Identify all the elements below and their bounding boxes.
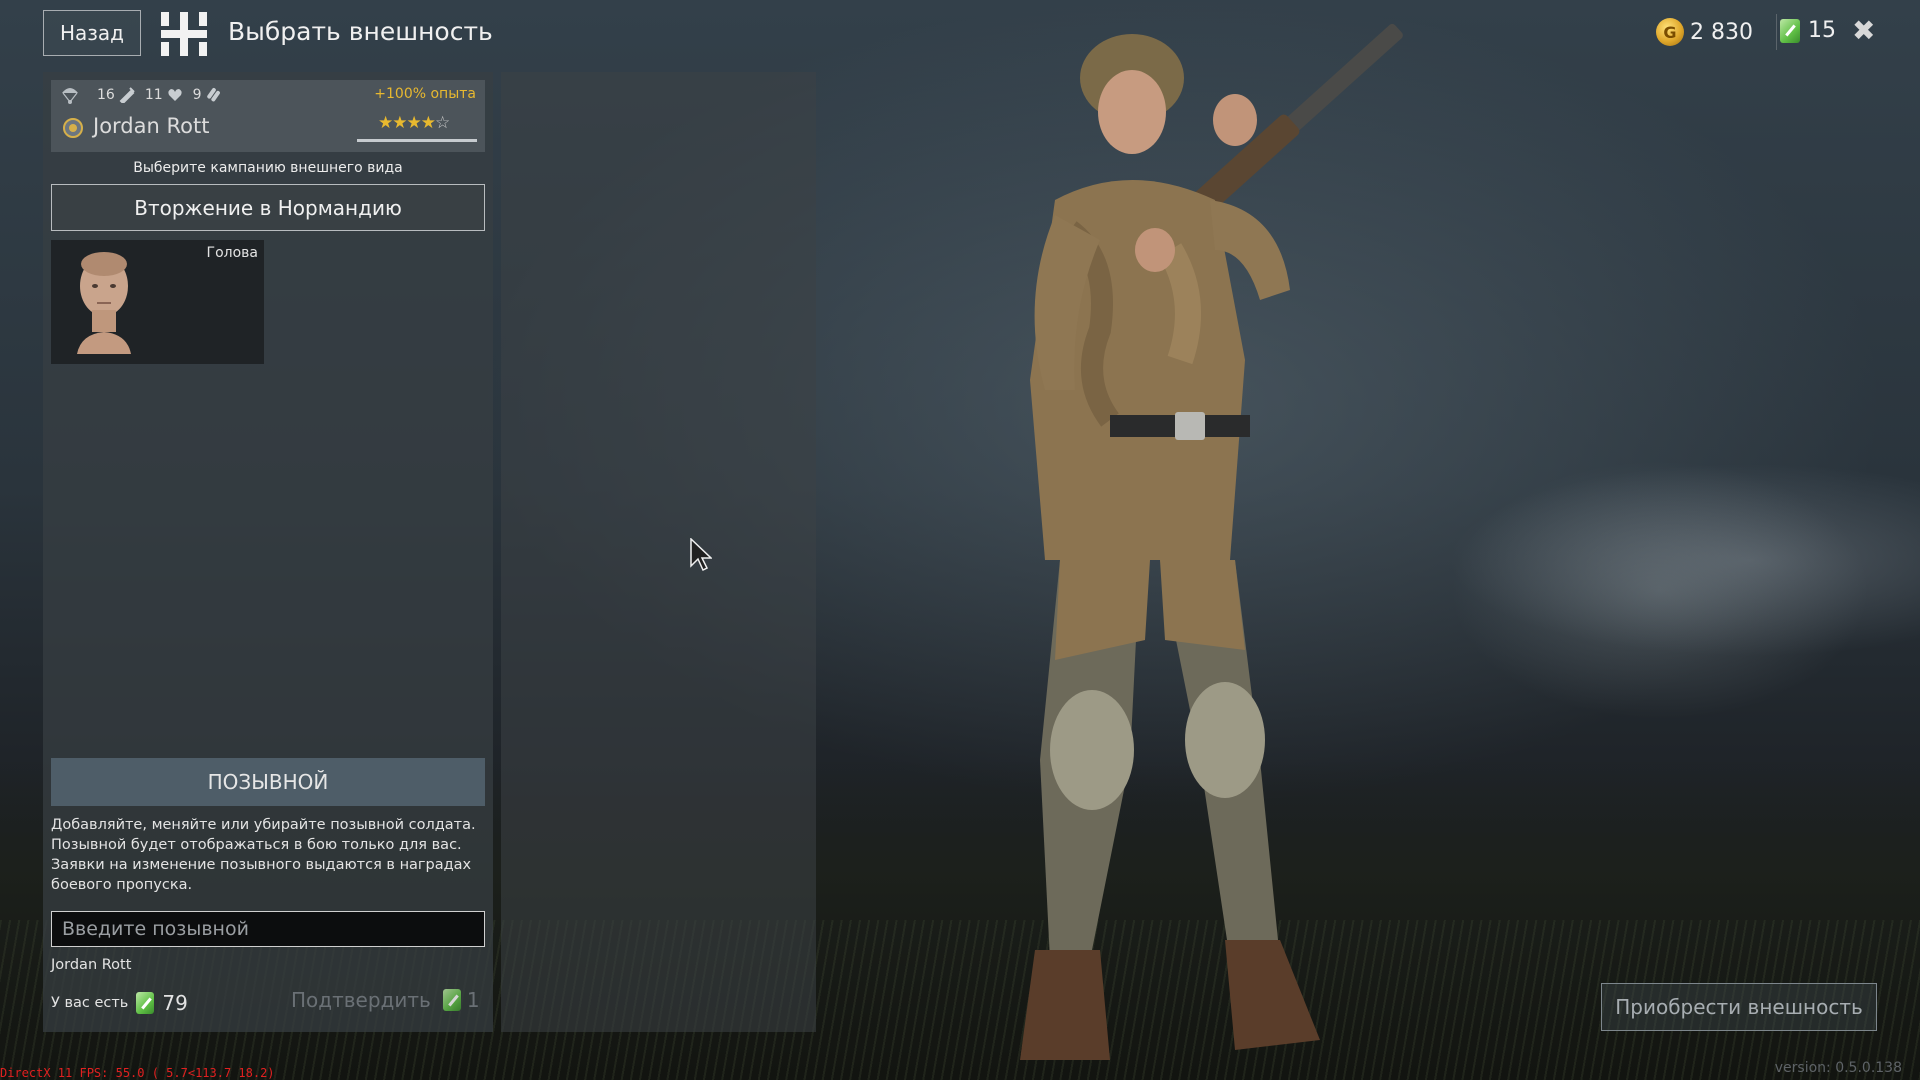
soldier-stats: 16 11 9 [61, 86, 228, 104]
confirm-cost: 1 [466, 988, 480, 1012]
stars-filled: ★★★★ [378, 113, 436, 133]
confirm-ticket-icon [442, 989, 461, 1011]
head-slot[interactable]: Голова [51, 240, 264, 364]
mouse-cursor-icon [690, 538, 712, 572]
stat-weapon-value: 16 [97, 87, 115, 103]
soldier-card[interactable]: 16 11 9 +100% опыта Jordan Rott ★★★★☆ [51, 80, 485, 152]
head-slot-label: Голова [206, 245, 258, 261]
appearance-options-panel [501, 72, 816, 1032]
page-title: Выбрать внешность [228, 17, 493, 46]
campaign-hint: Выберите кампанию внешнего вида [133, 160, 403, 176]
heart-icon [167, 89, 182, 101]
balkenkreuz-icon [161, 12, 207, 56]
paratrooper-icon [62, 88, 78, 104]
callsign-header: ПОЗЫВНОЙ [51, 758, 485, 806]
have-label: У вас есть [51, 995, 129, 1011]
stars-empty: ☆ [434, 113, 450, 133]
gold-coin-icon: G [1656, 18, 1684, 46]
campaign-select-button[interactable]: Вторжение в Нормандию [51, 184, 485, 231]
gold-amount: 2 830 [1690, 19, 1753, 45]
soldier-rating: ★★★★☆ [378, 113, 450, 133]
confirm-label: Подтвердить [291, 988, 431, 1012]
weapon-skill-icon [119, 87, 135, 103]
appearance-ticket-icon [1780, 18, 1800, 43]
ticket-amount: 15 [1808, 18, 1836, 43]
have-amount: 79 [162, 991, 188, 1015]
rank-icon [63, 118, 83, 138]
debug-fps-text: DirectX 11 FPS: 55.0 ( 5.7<113.7 18.2) [0, 1066, 275, 1080]
callsign-input[interactable] [51, 911, 485, 947]
ammo-icon [206, 88, 220, 102]
ticket-have-row: У вас есть 79 [51, 991, 188, 1015]
ticket-balance: 15 [1780, 18, 1836, 43]
background-smoke [1450, 460, 1870, 720]
xp-bonus: +100% опыта [374, 86, 476, 102]
head-portrait [77, 252, 131, 354]
header-divider [1776, 14, 1777, 50]
callsign-description: Добавляйте, меняйте или убирайте позывно… [51, 817, 476, 893]
back-button[interactable]: Назад [43, 10, 141, 56]
buy-appearance-button[interactable]: Приобрести внешность [1601, 983, 1877, 1031]
soldier-model [1020, 23, 1403, 1060]
stat-health-value: 11 [144, 87, 163, 103]
gold-balance: G 2 830 [1656, 18, 1753, 46]
stat-ammo-value: 9 [192, 87, 202, 103]
confirm-button[interactable]: Подтвердить 1 [291, 988, 480, 1012]
soldier-name: Jordan Rott [93, 114, 210, 138]
current-callsign: Jordan Rott [51, 957, 132, 973]
close-icon[interactable]: ✖ [1852, 14, 1875, 47]
callsign-ticket-icon [136, 992, 155, 1014]
level-progress-bar [357, 139, 477, 142]
version-text: version: 0.5.0.138 [1774, 1060, 1902, 1076]
